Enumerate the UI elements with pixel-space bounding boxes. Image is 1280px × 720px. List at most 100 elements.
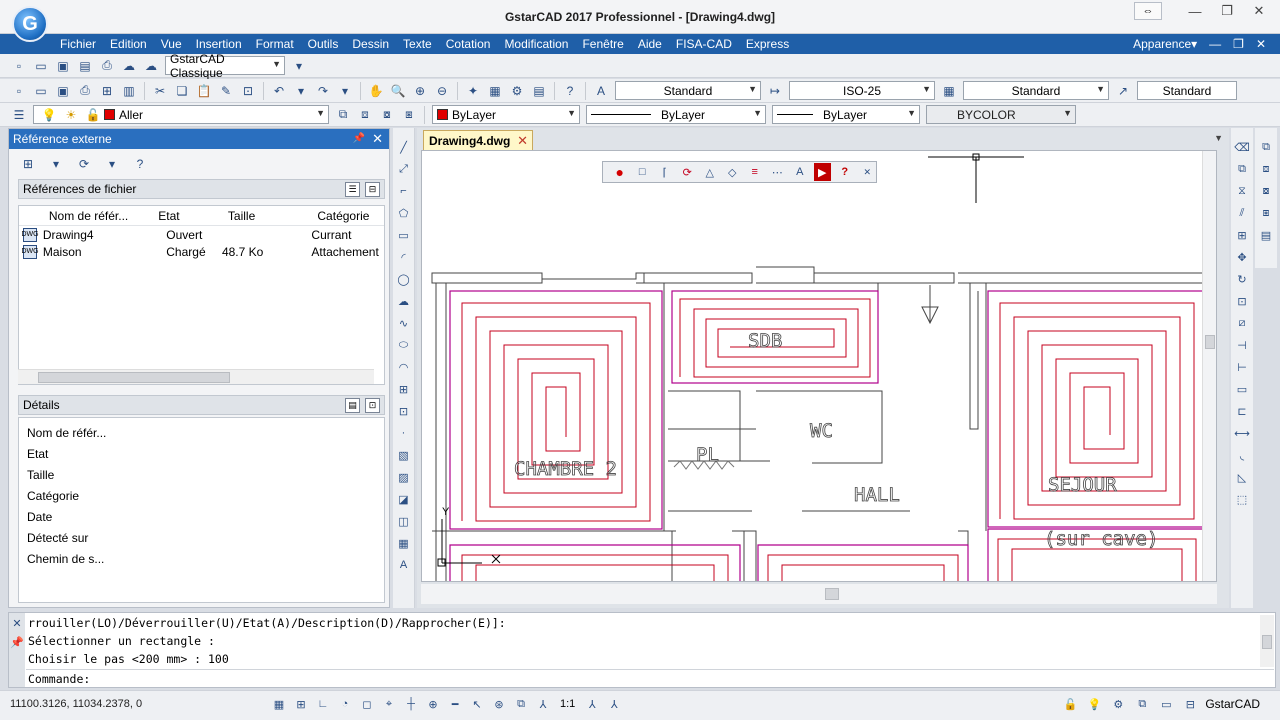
ellipse-icon[interactable]: ⬭ <box>395 336 413 354</box>
record-icon[interactable]: ● <box>611 163 629 181</box>
solid-icon[interactable]: ⬚ <box>1233 490 1251 508</box>
stretch-icon[interactable]: ⧄ <box>1233 314 1251 332</box>
grid-icon[interactable]: ⋯ <box>769 163 787 181</box>
column-header[interactable]: Nom de référ... <box>43 209 152 223</box>
command-vertical-scrollbar[interactable] <box>1260 615 1274 667</box>
menu-vue[interactable]: Vue <box>154 37 189 51</box>
layer-isolate-icon[interactable]: ⧆ <box>400 106 418 124</box>
multiline-text-icon[interactable]: A <box>395 556 413 574</box>
paste-icon[interactable]: 📋 <box>195 82 213 100</box>
break-icon[interactable]: ▭ <box>1233 380 1251 398</box>
triangle-icon[interactable]: △ <box>701 163 719 181</box>
tool-palettes-icon[interactable]: ⚙ <box>508 82 526 100</box>
ortho-icon[interactable]: ∟ <box>314 695 332 713</box>
column-header[interactable]: Taille <box>222 209 312 223</box>
toolbar-options-icon[interactable]: ▾ <box>290 57 308 75</box>
text-icon[interactable]: A <box>791 163 809 181</box>
command-input[interactable]: Commande: <box>26 669 1274 687</box>
move-icon[interactable]: ✥ <box>1233 248 1251 266</box>
scrollbar-thumb[interactable] <box>38 372 230 383</box>
table-row[interactable]: DWG Maison Chargé 48.7 Ko Attachement <box>19 243 384 260</box>
line-icon[interactable]: ╱ <box>395 138 413 156</box>
undo-dropdown-icon[interactable]: ▾ <box>292 82 310 100</box>
attach-dwg-icon[interactable]: ⊞ <box>19 155 37 173</box>
doc-minimize-icon[interactable]: — <box>1209 37 1221 51</box>
lock-icon[interactable]: 🔓 <box>1061 695 1079 713</box>
annotation-visibility-icon[interactable]: ⅄ <box>583 695 601 713</box>
refresh-dropdown-icon[interactable]: ▾ <box>103 155 121 173</box>
trim-icon[interactable]: ⊣ <box>1233 336 1251 354</box>
gradient-icon[interactable]: ▨ <box>395 468 413 486</box>
linetype-select[interactable]: ByLayer ▼ <box>586 105 766 124</box>
close-icon[interactable]: ✕ <box>517 133 528 149</box>
design-center-icon[interactable]: ▦ <box>486 82 504 100</box>
save-as-icon[interactable]: ▤ <box>76 57 94 75</box>
text-style-icon[interactable]: A <box>592 82 610 100</box>
maximize-icon[interactable]: ❐ <box>1216 2 1238 20</box>
close-icon[interactable]: ✕ <box>859 163 877 181</box>
table-style-select[interactable]: Standard ▼ <box>963 81 1109 100</box>
open-file-icon[interactable]: ▭ <box>32 57 50 75</box>
dyn-ucs-icon[interactable]: ┼ <box>402 695 420 713</box>
annotation-scale-icon[interactable]: ⅄ <box>534 695 552 713</box>
multileader-style-select[interactable]: Standard <box>1137 81 1237 100</box>
scrollbar-thumb[interactable] <box>825 588 839 600</box>
dim-style-select[interactable]: ISO-25 ▼ <box>789 81 935 100</box>
selection-cycling-icon[interactable]: ↖ <box>468 695 486 713</box>
redo-dropdown-icon[interactable]: ▾ <box>336 82 354 100</box>
zoom-previous-icon[interactable]: ⊖ <box>433 82 451 100</box>
layer-previous-icon[interactable]: ⧈ <box>356 106 374 124</box>
table-row[interactable]: DWG Drawing4 Ouvert Currant <box>19 226 384 243</box>
square-icon[interactable]: □ <box>634 163 652 181</box>
cut-icon[interactable]: ✂ <box>151 82 169 100</box>
layer-states-icon[interactable]: ⧇ <box>378 106 396 124</box>
circle-icon[interactable]: ◯ <box>395 270 413 288</box>
fillet-icon[interactable]: ◟ <box>1233 446 1251 464</box>
ellipse-arc-icon[interactable]: ◠ <box>395 358 413 376</box>
arc-icon[interactable]: ◜ <box>395 248 413 266</box>
menu-fisa-cad[interactable]: FISA-CAD <box>669 37 739 51</box>
canvas-vertical-scrollbar[interactable] <box>1202 151 1216 581</box>
bring-front-icon[interactable]: ⧉ <box>1257 138 1275 156</box>
cloud-icon[interactable]: ☁ <box>142 57 160 75</box>
pan-icon[interactable]: ✋ <box>367 82 385 100</box>
column-header[interactable]: Catégorie <box>311 209 384 223</box>
make-block-icon[interactable]: ⊡ <box>395 402 413 420</box>
point-icon[interactable]: · <box>395 424 413 442</box>
print-icon[interactable]: ⎙ <box>76 82 94 100</box>
layer-manager-icon[interactable]: ☰ <box>10 106 28 124</box>
play-icon[interactable]: ▶ <box>813 163 831 181</box>
layer-select[interactable]: 💡 ☀ 🔓 Aller ▼ <box>33 105 329 124</box>
chamfer-icon[interactable]: ⟷ <box>1233 424 1251 442</box>
minimize-icon[interactable]: — <box>1184 2 1206 20</box>
array-icon[interactable]: ⊞ <box>1233 226 1251 244</box>
preview-icon[interactable]: ⊞ <box>98 82 116 100</box>
workspace-icon[interactable]: ⊟ <box>1181 695 1199 713</box>
attach-dropdown-icon[interactable]: ▾ <box>47 155 65 173</box>
refresh-icon[interactable]: ⟳ <box>75 155 93 173</box>
bring-above-icon[interactable]: ⧇ <box>1257 182 1275 200</box>
menu-express[interactable]: Express <box>739 37 796 51</box>
plotstyle-select[interactable]: BYCOLOR ▼ <box>926 105 1076 124</box>
tab-drawing4[interactable]: Drawing4.dwg ✕ <box>423 130 533 150</box>
menu-outils[interactable]: Outils <box>301 37 346 51</box>
multileader-style-icon[interactable]: ↗ <box>1114 82 1132 100</box>
menu-insertion[interactable]: Insertion <box>189 37 249 51</box>
osnap-icon[interactable]: ◻ <box>358 695 376 713</box>
spiral-icon[interactable]: ⟳ <box>679 163 697 181</box>
list-view-icon[interactable]: ☰ <box>345 182 360 197</box>
tag-icon[interactable]: ◇ <box>724 163 742 181</box>
rotate-icon[interactable]: ↻ <box>1233 270 1251 288</box>
help-icon[interactable]: ? <box>561 82 579 100</box>
preview-view-icon[interactable]: ⊡ <box>365 398 380 413</box>
explode-icon[interactable]: ◺ <box>1233 468 1251 486</box>
new-file-icon[interactable]: ▫ <box>10 57 28 75</box>
construction-line-icon[interactable]: ⤢ <box>395 160 413 178</box>
menu-edition[interactable]: Edition <box>103 37 154 51</box>
scrollbar-thumb[interactable] <box>1205 335 1215 349</box>
menu-fichier[interactable]: Fichier <box>56 37 103 51</box>
polygon-icon[interactable]: ⬠ <box>395 204 413 222</box>
wipeout-icon[interactable]: ◫ <box>395 512 413 530</box>
send-back-icon[interactable]: ⧈ <box>1257 160 1275 178</box>
tab-list-icon[interactable]: ▼ <box>1214 133 1223 143</box>
